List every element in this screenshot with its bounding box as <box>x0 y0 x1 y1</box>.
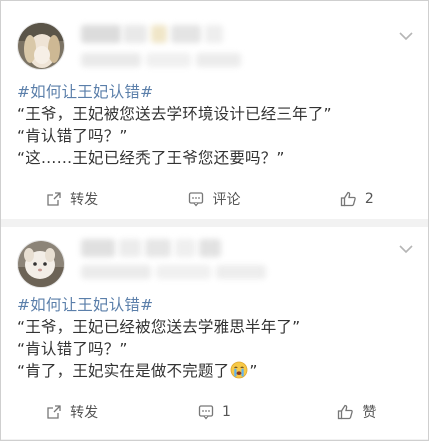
post-line: “肯了，王妃实在是做不完题了 ” <box>17 360 416 382</box>
post-line-text: “肯了，王妃实在是做不完题了 <box>17 362 230 380</box>
like-count: 2 <box>364 191 374 207</box>
avatar-image <box>18 241 64 287</box>
avatar[interactable] <box>17 240 65 288</box>
post-text: #如何让王妃认错# “王爷，王妃已经被您送去学雅思半年了” “肯认错了吗？” “… <box>17 294 416 382</box>
repost-label: 转发 <box>70 192 99 208</box>
avatar[interactable] <box>17 22 65 70</box>
post-line: “肯认错了吗？” <box>17 127 128 145</box>
like-button[interactable]: 赞 <box>286 401 428 423</box>
hashtag-link[interactable]: #如何让王妃认错# <box>17 294 416 316</box>
action-bar: 转发 1 赞 <box>1 401 428 423</box>
repost-label: 转发 <box>70 405 99 421</box>
share-icon <box>47 192 61 206</box>
post-line: “这……王妃已经秃了王爷您还要吗？” <box>17 149 285 167</box>
repost-button[interactable]: 转发 <box>1 401 143 423</box>
comment-count: 1 <box>222 404 231 420</box>
like-label: 赞 <box>362 405 377 421</box>
thumbs-up-icon <box>338 404 354 420</box>
like-button[interactable]: 2 <box>286 188 428 210</box>
thumbs-up-icon <box>340 191 356 207</box>
chevron-down-icon[interactable] <box>398 30 414 42</box>
share-icon <box>47 405 61 419</box>
comment-icon <box>198 405 214 420</box>
post-line: “王爷，王妃被您送去学环境设计已经三年了” <box>17 105 332 123</box>
post-line: “王爷，王妃已经被您送去学雅思半年了” <box>17 318 301 336</box>
comment-icon <box>189 192 204 207</box>
post-line: “肯认错了吗？” <box>17 340 128 358</box>
action-bar: 转发 评论 2 <box>1 188 428 210</box>
repost-button[interactable]: 转发 <box>1 188 143 210</box>
crying-face-icon <box>230 361 248 379</box>
post-text: #如何让王妃认错# “王爷，王妃被您送去学环境设计已经三年了” “肯认错了吗？”… <box>17 81 416 169</box>
comment-button[interactable]: 评论 <box>143 188 285 210</box>
avatar-image <box>18 23 64 69</box>
post-card: #如何让王妃认错# “王爷，王妃被您送去学环境设计已经三年了” “肯认错了吗？”… <box>1 1 428 219</box>
chevron-down-icon[interactable] <box>398 243 414 255</box>
post-line-text: ” <box>249 362 258 380</box>
comment-button[interactable]: 1 <box>143 401 285 423</box>
comment-label: 评论 <box>212 192 241 208</box>
hashtag-link[interactable]: #如何让王妃认错# <box>17 81 416 103</box>
post-card: #如何让王妃认错# “王爷，王妃已经被您送去学雅思半年了” “肯认错了吗？” “… <box>1 227 428 439</box>
